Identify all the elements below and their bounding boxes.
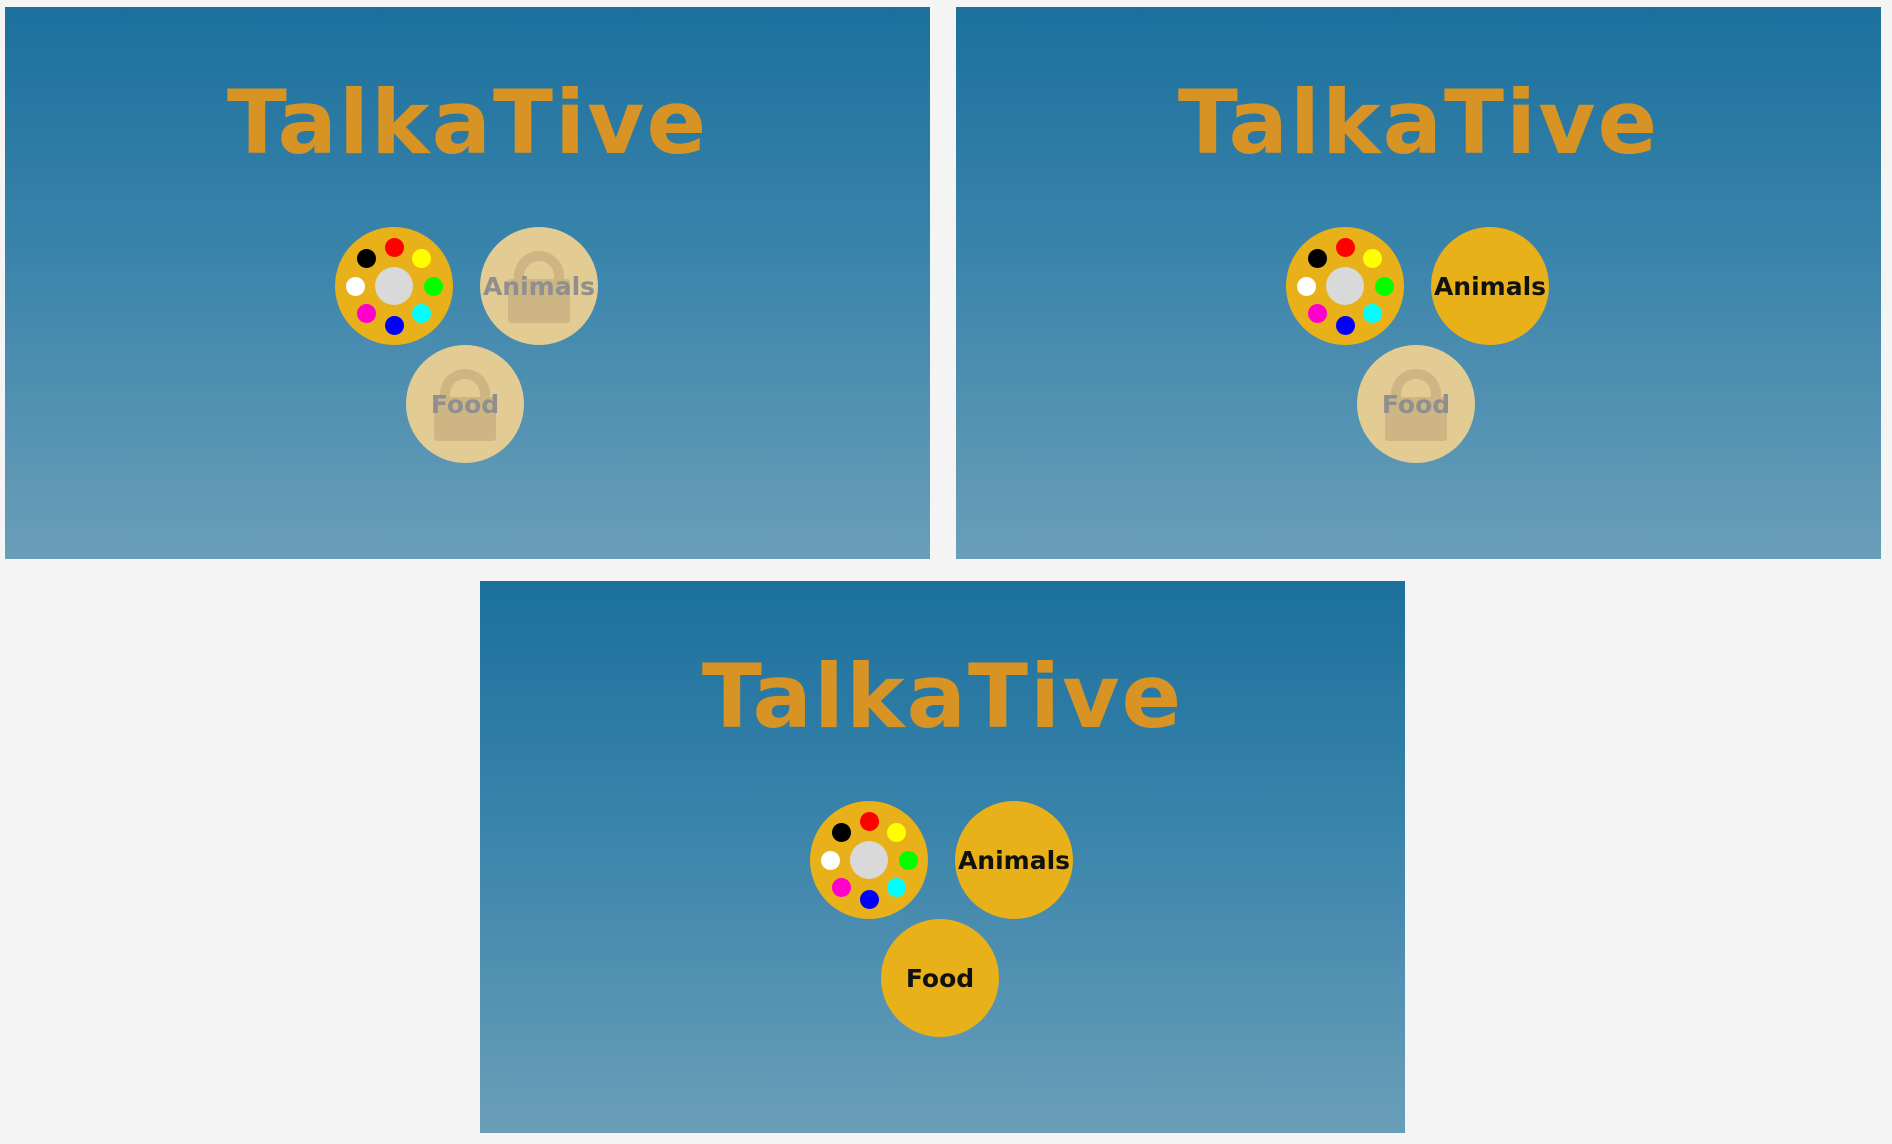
palette-dot-green[interactable] [1374, 276, 1394, 296]
palette-hub [1326, 267, 1364, 305]
app-screen-3: TalkaTive Animals Food [480, 581, 1405, 1133]
palette-dot-black[interactable] [356, 248, 376, 268]
palette-dot-cyan[interactable] [412, 304, 432, 324]
food-label: Food [1381, 389, 1451, 419]
app-screen-1: TalkaTive Animals Food [5, 7, 930, 559]
palette-dot-blue[interactable] [384, 315, 404, 335]
animals-label: Animals [482, 271, 596, 301]
animals-label: Animals [1433, 271, 1547, 301]
palette-hub [850, 841, 888, 879]
palette-dot-green[interactable] [898, 850, 918, 870]
animals-category-button[interactable]: Animals [955, 801, 1073, 919]
palette-dot-white[interactable] [345, 276, 365, 296]
app-title: TalkaTive [701, 645, 1184, 748]
palette-dot-red[interactable] [1335, 237, 1355, 257]
app-screen-2: TalkaTive Animals Food [956, 7, 1881, 559]
palette-dot-white[interactable] [1296, 276, 1316, 296]
food-label: Food [905, 963, 975, 993]
palette-dot-blue[interactable] [859, 889, 879, 909]
palette-dot-green[interactable] [423, 276, 443, 296]
palette-dot-red[interactable] [384, 237, 404, 257]
food-category-button[interactable]: Food [406, 345, 524, 463]
color-palette-button[interactable] [335, 227, 453, 345]
food-label: Food [430, 389, 500, 419]
palette-dot-black[interactable] [831, 822, 851, 842]
color-palette-button[interactable] [1286, 227, 1404, 345]
app-title: TalkaTive [226, 71, 709, 174]
food-category-button[interactable]: Food [1357, 345, 1475, 463]
palette-dot-yellow[interactable] [412, 248, 432, 268]
palette-dot-yellow[interactable] [887, 822, 907, 842]
animals-category-button[interactable]: Animals [1431, 227, 1549, 345]
palette-dot-blue[interactable] [1335, 315, 1355, 335]
palette-dot-black[interactable] [1307, 248, 1327, 268]
animals-category-button[interactable]: Animals [480, 227, 598, 345]
food-category-button[interactable]: Food [881, 919, 999, 1037]
palette-dot-cyan[interactable] [887, 878, 907, 898]
app-title: TalkaTive [1177, 71, 1660, 174]
palette-dot-magenta[interactable] [1307, 304, 1327, 324]
palette-dot-white[interactable] [820, 850, 840, 870]
palette-dot-red[interactable] [859, 811, 879, 831]
palette-dot-cyan[interactable] [1363, 304, 1383, 324]
palette-dot-magenta[interactable] [831, 878, 851, 898]
palette-dot-magenta[interactable] [356, 304, 376, 324]
animals-label: Animals [957, 845, 1071, 875]
palette-hub [375, 267, 413, 305]
palette-dot-yellow[interactable] [1363, 248, 1383, 268]
color-palette-button[interactable] [810, 801, 928, 919]
